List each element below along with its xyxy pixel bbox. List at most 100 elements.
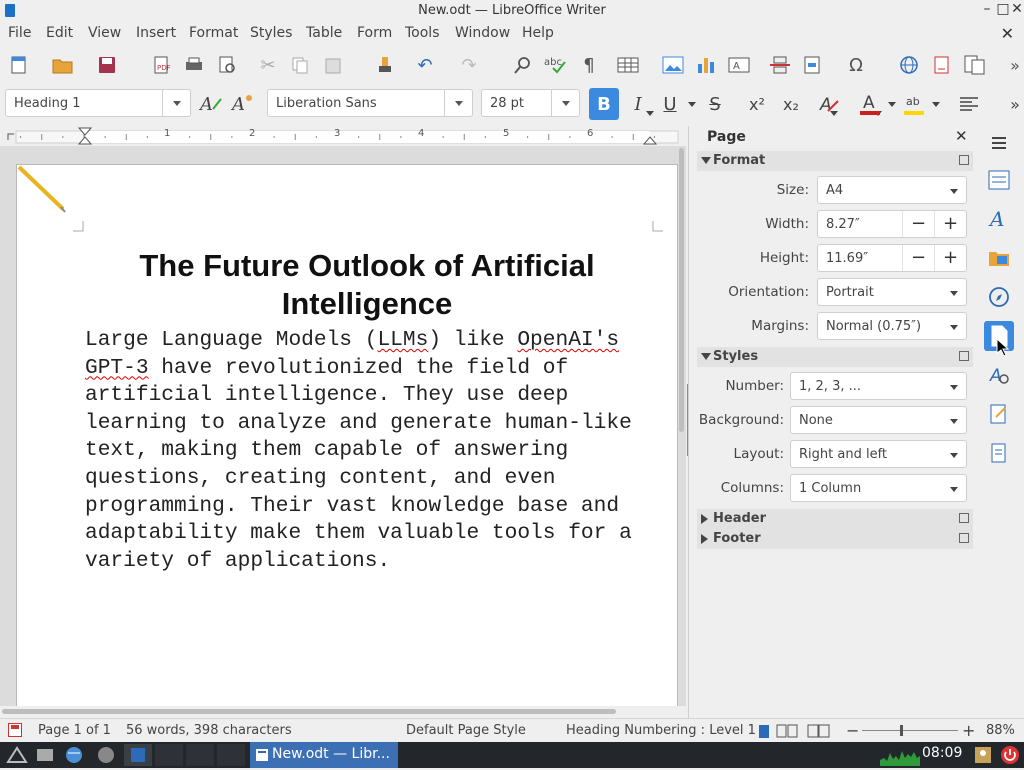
menu-file[interactable]: File: [8, 25, 31, 41]
more-options-icon[interactable]: [959, 533, 969, 543]
horizontal-scrollbar[interactable]: [0, 706, 686, 718]
style-inspector-tab-icon[interactable]: A: [984, 360, 1014, 390]
document-heading[interactable]: The Future Outlook of Artificial Intelli…: [83, 247, 651, 323]
workspace-4[interactable]: [217, 744, 245, 766]
workspace-2[interactable]: [155, 744, 183, 766]
menu-form[interactable]: Form: [357, 25, 392, 41]
workspace-1[interactable]: [124, 744, 152, 766]
word-count[interactable]: 56 words, 398 characters: [126, 723, 292, 738]
font-color-icon[interactable]: A: [855, 88, 885, 120]
insert-textbox-icon[interactable]: A: [726, 52, 752, 78]
more-formatting-icon[interactable]: »: [1000, 88, 1024, 120]
numbering-select[interactable]: 1, 2, 3, ...: [790, 372, 967, 400]
sidebar-menu-icon[interactable]: [984, 128, 1014, 158]
increase-height-button[interactable]: +: [934, 245, 966, 271]
start-menu-icon[interactable]: [6, 746, 28, 768]
page-size-select[interactable]: A4: [817, 176, 967, 204]
clock[interactable]: 08:09: [922, 745, 962, 761]
document-modified-icon[interactable]: [8, 723, 22, 737]
font-name-combo[interactable]: Liberation Sans: [267, 89, 473, 117]
header-section-header[interactable]: Header: [697, 509, 973, 529]
styles-tab-icon[interactable]: A: [984, 204, 1014, 234]
zoom-slider[interactable]: [862, 725, 958, 736]
open-folder-icon[interactable]: [50, 52, 76, 78]
clone-formatting-icon[interactable]: [372, 52, 398, 78]
properties-tab-icon[interactable]: [984, 165, 1014, 195]
document-area[interactable]: The Future Outlook of Artificial Intelli…: [0, 146, 686, 706]
export-pdf-icon[interactable]: PDF: [148, 52, 174, 78]
paste-icon[interactable]: [320, 52, 346, 78]
document-body-paragraph[interactable]: Large Language Models (LLMs) like OpenAI…: [85, 327, 645, 575]
terminal-launcher-icon[interactable]: [96, 745, 116, 769]
menu-window[interactable]: Window: [455, 25, 510, 41]
decrease-width-button[interactable]: −: [902, 211, 934, 237]
zoom-in-button[interactable]: +: [962, 721, 975, 740]
browser-launcher-icon[interactable]: [64, 745, 84, 769]
underline-button[interactable]: U: [655, 88, 685, 120]
new-document-icon[interactable]: [6, 52, 32, 78]
sidebar-close-icon[interactable]: ✕: [955, 127, 968, 145]
horizontal-ruler[interactable]: 1 2 3 4 5 6: [0, 126, 686, 146]
horizontal-scroll-thumb[interactable]: [2, 709, 616, 714]
italic-button[interactable]: I: [623, 88, 653, 120]
undo-icon[interactable]: ↶: [412, 52, 438, 78]
more-options-icon[interactable]: [959, 513, 969, 523]
vertical-scrollbar[interactable]: [678, 146, 686, 706]
close-window-button[interactable]: ✕: [1008, 1, 1024, 19]
update-style-icon[interactable]: A: [196, 88, 226, 120]
page-style-status[interactable]: Default Page Style: [406, 723, 526, 738]
columns-select[interactable]: 1 Column: [790, 474, 967, 502]
background-select[interactable]: None: [790, 406, 967, 434]
bold-button[interactable]: B: [589, 88, 619, 120]
misspelled-word[interactable]: OpenAI's: [517, 328, 619, 352]
cut-icon[interactable]: ✂: [255, 52, 281, 78]
close-document-icon[interactable]: ✕: [1001, 24, 1014, 43]
misspelled-word[interactable]: LLMs: [377, 328, 428, 352]
clear-formatting-icon[interactable]: A: [814, 88, 844, 120]
menu-format[interactable]: Format: [189, 25, 238, 41]
insert-hyperlink-icon[interactable]: [896, 52, 922, 78]
menu-insert[interactable]: Insert: [136, 25, 176, 41]
misspelled-word[interactable]: GPT-3: [85, 356, 149, 380]
save-icon[interactable]: [94, 52, 120, 78]
spelling-icon[interactable]: abc: [543, 52, 569, 78]
copy-icon[interactable]: [287, 52, 313, 78]
paragraph-style-combo[interactable]: Heading 1: [5, 89, 191, 117]
insert-field-icon[interactable]: [800, 52, 826, 78]
find-replace-icon[interactable]: [510, 52, 536, 78]
menu-edit[interactable]: Edit: [46, 25, 73, 41]
files-launcher-icon[interactable]: [36, 746, 54, 768]
subscript-button[interactable]: x₂: [776, 88, 806, 120]
highlight-dropdown-icon[interactable]: [932, 102, 940, 107]
layout-select[interactable]: Right and left: [790, 440, 967, 468]
menu-table[interactable]: Table: [306, 25, 342, 41]
orientation-select[interactable]: Portrait: [817, 278, 967, 306]
font-color-dropdown-icon[interactable]: [888, 102, 896, 107]
special-character-icon[interactable]: Ω: [843, 52, 869, 78]
gallery-tab-icon[interactable]: [984, 243, 1014, 273]
taskbar-writer-window[interactable]: New.odt — Libr...: [250, 742, 398, 768]
format-section-header[interactable]: Format: [697, 151, 973, 171]
new-style-icon[interactable]: A: [228, 88, 258, 120]
insert-image-icon[interactable]: [660, 52, 686, 78]
formatting-marks-icon[interactable]: ¶: [576, 52, 602, 78]
vertical-scroll-thumb[interactable]: [679, 148, 684, 432]
menu-styles[interactable]: Styles: [250, 25, 292, 41]
insert-chart-icon[interactable]: [693, 52, 719, 78]
more-options-icon[interactable]: [959, 155, 969, 165]
menu-help[interactable]: Help: [522, 25, 554, 41]
font-size-combo[interactable]: 28 pt: [481, 89, 580, 117]
print-preview-icon[interactable]: [214, 52, 240, 78]
zoom-out-button[interactable]: −: [846, 721, 859, 740]
menu-view[interactable]: View: [88, 25, 121, 41]
zoom-percent[interactable]: 88%: [986, 723, 1015, 738]
multi-page-view-icon[interactable]: [776, 724, 800, 742]
redo-icon[interactable]: ↷: [456, 52, 482, 78]
single-page-view-icon[interactable]: [757, 724, 771, 742]
more-toolbar-icon[interactable]: »: [1002, 52, 1024, 78]
page-width-spinner[interactable]: 8.27″ − +: [817, 210, 967, 238]
design-tab-icon[interactable]: [984, 438, 1014, 468]
decrease-height-button[interactable]: −: [902, 245, 934, 271]
styles-section-header[interactable]: Styles: [697, 347, 973, 367]
workspace-3[interactable]: [186, 744, 214, 766]
